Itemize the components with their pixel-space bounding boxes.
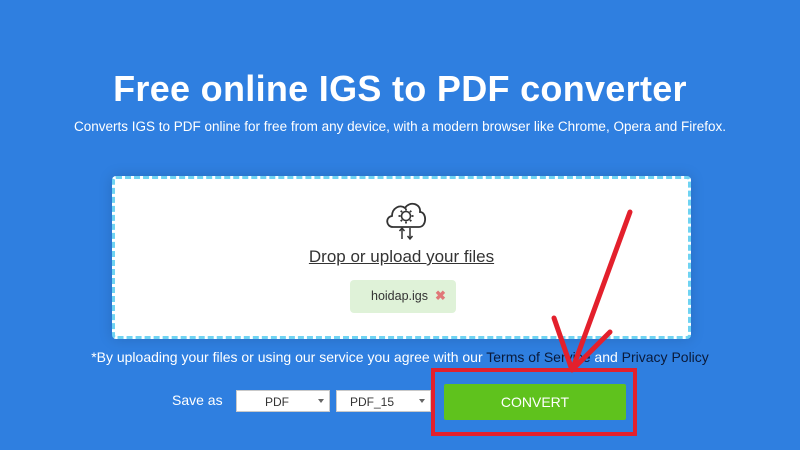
chevron-down-icon <box>419 399 425 403</box>
pdf-version-select-value: PDF_15 <box>349 395 395 409</box>
pdf-version-select[interactable]: PDF_15 <box>336 390 431 412</box>
close-icon[interactable]: ✖ <box>435 288 446 304</box>
save-as-label: Save as <box>172 392 223 408</box>
annotation-arrow-icon <box>551 209 633 373</box>
terms-notice: *By uploading your files or using our se… <box>0 349 800 365</box>
format-select-value: PDF <box>265 395 289 409</box>
page-subtitle: Converts IGS to PDF online for free from… <box>73 119 726 134</box>
page-title: Free online IGS to PDF converter <box>113 68 687 109</box>
format-select[interactable]: PDF <box>236 390 330 412</box>
file-name: hoidap.igs <box>371 289 428 303</box>
terms-prefix: *By uploading your files or using our se… <box>91 349 483 365</box>
uploaded-file-chip: hoidap.igs ✖ <box>350 280 456 313</box>
cloud-gear-icon <box>386 202 427 241</box>
chevron-down-icon <box>318 399 324 403</box>
